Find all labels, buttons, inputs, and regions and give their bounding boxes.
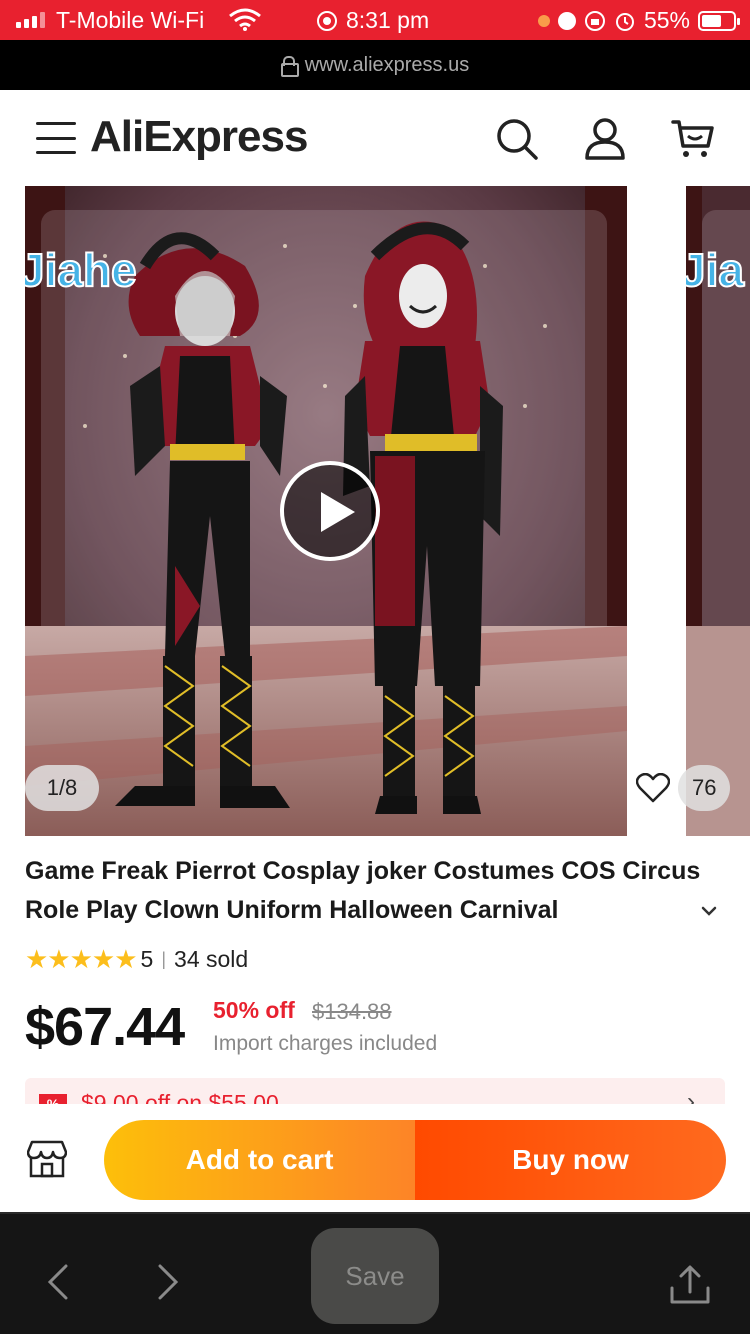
buy-now-button[interactable]: Buy now — [415, 1120, 726, 1200]
forward-arrow-icon[interactable] — [156, 1262, 180, 1302]
svg-text:Jia: Jia — [686, 244, 744, 296]
rating-value: 5 — [140, 946, 154, 972]
screen-record-icon — [317, 10, 337, 31]
wishlist-count: 76 — [678, 765, 731, 811]
rating-row[interactable]: ★★★★★ 5 | 34 sold — [25, 944, 248, 975]
next-product-image[interactable]: Jia — [686, 186, 750, 836]
share-icon[interactable] — [668, 1264, 712, 1306]
menu-icon[interactable] — [36, 122, 76, 154]
discount-badge: 50% off — [213, 997, 295, 1023]
battery-icon — [698, 10, 740, 31]
original-price: $134.88 — [312, 999, 392, 1024]
alarm-icon — [615, 12, 634, 31]
site-header: AliExpress — [0, 90, 750, 186]
back-arrow-icon[interactable] — [46, 1262, 70, 1302]
rotation-lock-icon — [584, 10, 605, 31]
product-title: Game Freak Pierrot Cosplay joker Costume… — [25, 857, 701, 924]
heart-icon — [636, 773, 670, 803]
battery-percent: 55% — [643, 7, 690, 33]
product-price: $67.44 — [25, 997, 185, 1057]
browser-toolbar: Save — [0, 1212, 750, 1334]
cart-icon[interactable] — [670, 116, 716, 162]
account-icon[interactable] — [582, 116, 628, 162]
search-icon[interactable] — [494, 116, 540, 162]
aliexpress-logo[interactable]: AliExpress — [90, 112, 308, 162]
purchase-action-bar: Add to cart Buy now — [0, 1104, 750, 1212]
cellular-signal-icon — [16, 12, 45, 28]
wifi-icon — [229, 8, 261, 31]
save-button[interactable]: Save — [311, 1228, 439, 1324]
divider: | — [161, 949, 167, 969]
store-icon[interactable] — [27, 1140, 67, 1178]
lock-icon — [280, 56, 299, 77]
carrier-label: T-Mobile Wi-Fi — [56, 7, 205, 33]
play-video-button[interactable] — [280, 461, 380, 561]
svg-text:Jiahe: Jiahe — [25, 244, 137, 296]
url-text: www.aliexpress.us — [304, 53, 470, 76]
add-to-cart-button[interactable]: Add to cart — [104, 1120, 415, 1200]
status-time: 8:31 pm — [346, 7, 430, 33]
import-note: Import charges included — [213, 1032, 438, 1055]
chevron-down-icon[interactable] — [700, 902, 718, 920]
browser-url-bar[interactable]: www.aliexpress.us — [0, 40, 750, 90]
wishlist-button[interactable]: 76 — [636, 765, 731, 811]
focus-icon — [557, 11, 576, 30]
rating-stars-icon: ★★★★★ — [25, 944, 138, 974]
status-bar: T-Mobile Wi-Fi 8:31 pm 55% — [0, 0, 750, 40]
sold-count: 34 sold — [174, 946, 249, 972]
mic-indicator-icon — [537, 14, 550, 27]
image-counter: 1/8 — [25, 765, 99, 811]
product-gallery[interactable]: Jiahe Jia 1/8 76 — [0, 186, 750, 836]
